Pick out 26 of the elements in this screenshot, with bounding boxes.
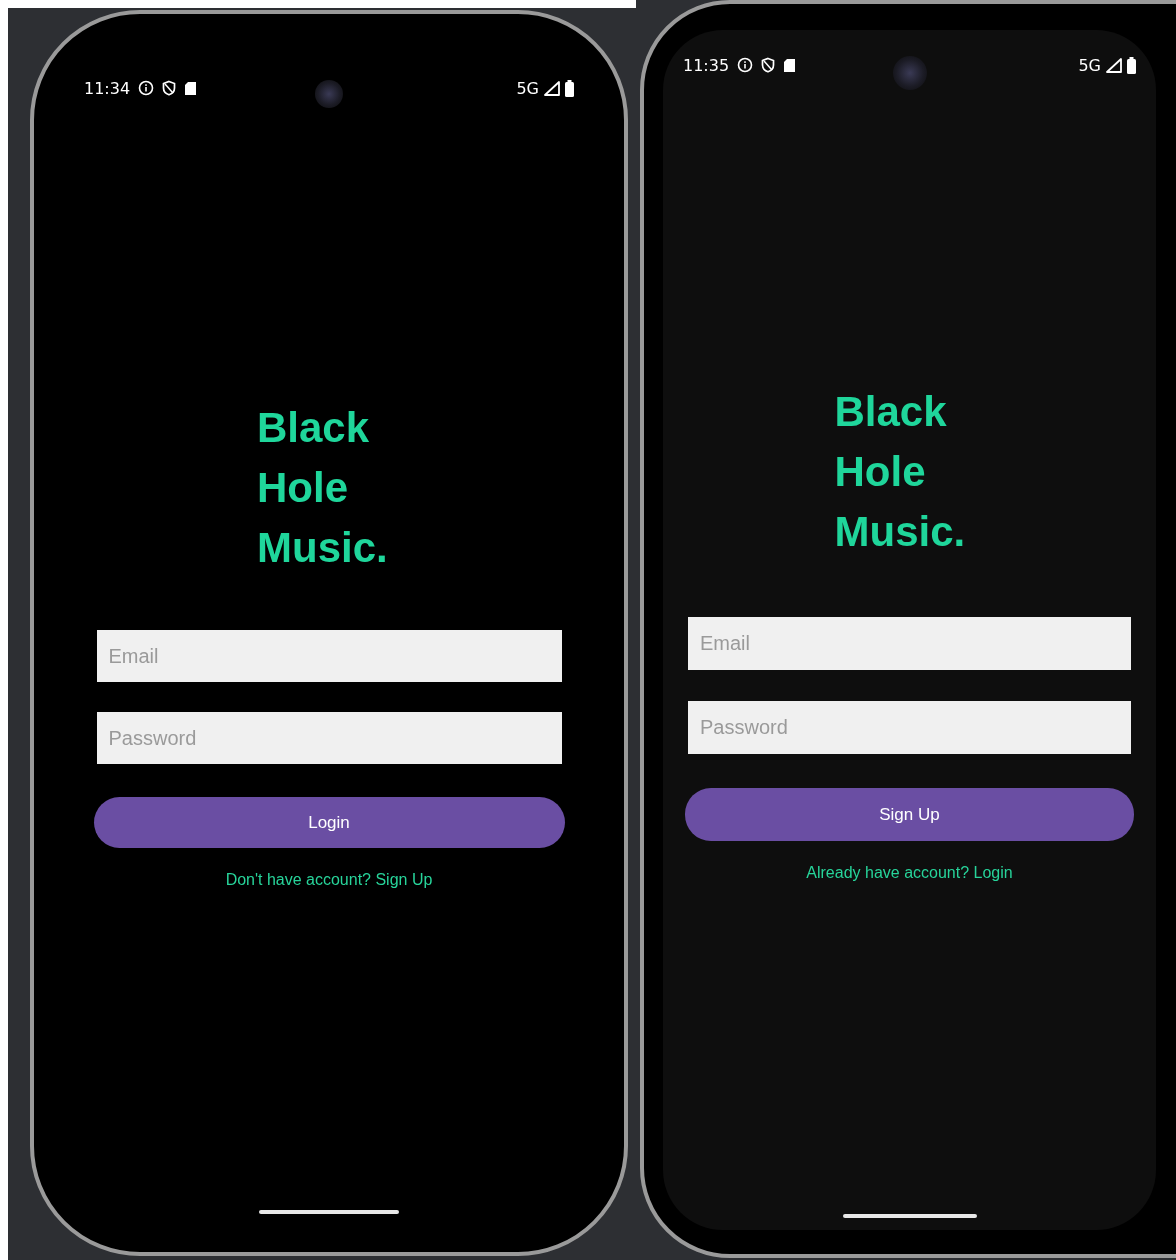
submit-button[interactable]: Login [93, 797, 565, 848]
info-icon [138, 80, 155, 96]
email-field[interactable]: Email [96, 630, 562, 682]
signal-icon [1106, 57, 1122, 73]
battery-icon [565, 79, 574, 97]
password-field[interactable]: Password [96, 712, 562, 764]
status-time: 11:35 [683, 55, 730, 75]
signal-icon [544, 80, 560, 96]
camera-icon [892, 56, 927, 90]
app-title: Black Hole Music. [834, 387, 967, 557]
network-label: 5G [516, 78, 539, 98]
sd-card-icon [184, 80, 198, 96]
password-field[interactable]: Password [688, 701, 1131, 754]
shield-icon [162, 80, 177, 96]
sd-card-icon [783, 57, 797, 73]
account-link[interactable]: Don't have account? Sign Up [225, 870, 433, 890]
shield-icon [761, 57, 776, 73]
app-title: Black Hole Music. [257, 403, 389, 573]
account-link[interactable]: Already have account? Login [806, 863, 1013, 883]
email-field[interactable]: Email [688, 617, 1131, 670]
info-icon [737, 57, 754, 73]
status-time: 11:34 [84, 78, 131, 98]
battery-icon [1127, 56, 1136, 74]
camera-icon [315, 80, 343, 108]
network-label: 5G [1078, 55, 1101, 75]
submit-button[interactable]: Sign Up [685, 788, 1134, 841]
